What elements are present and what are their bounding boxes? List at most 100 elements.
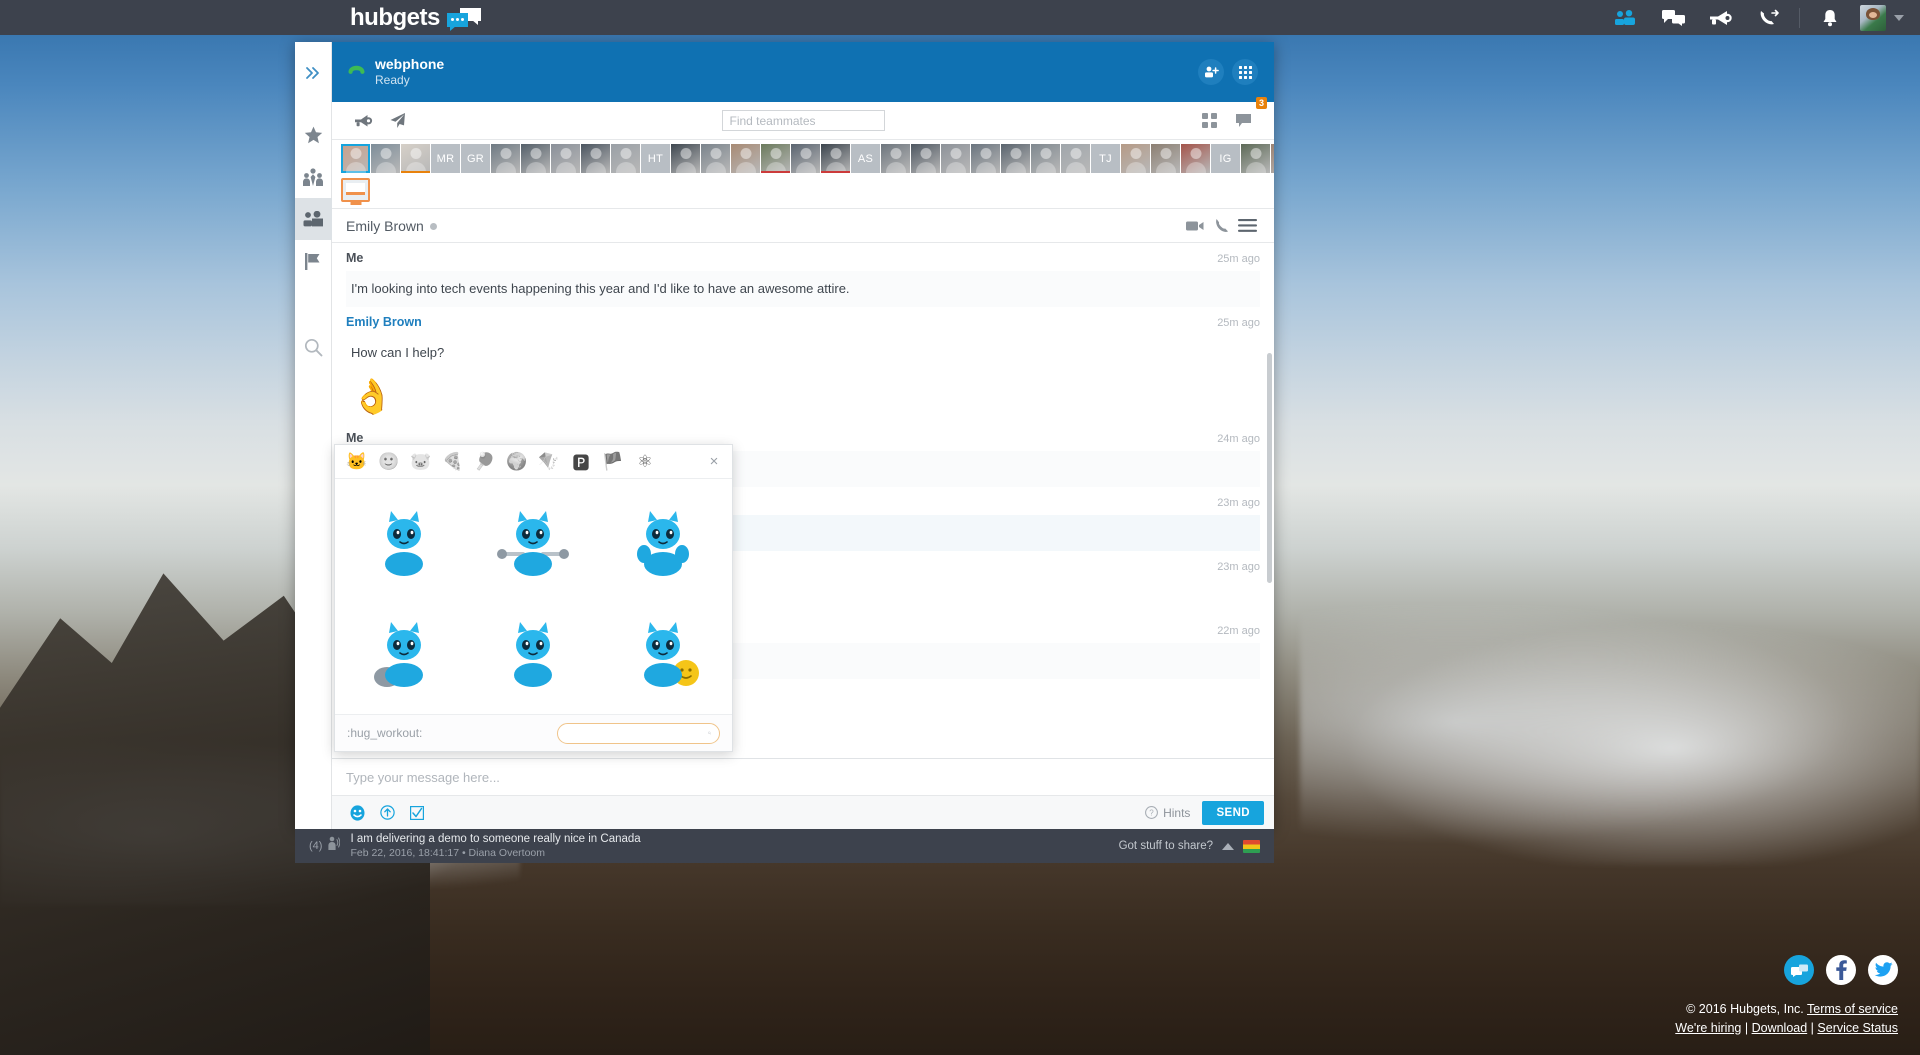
teammate-avatar[interactable]: AS [851,144,880,173]
sidebar-item-directory[interactable] [295,156,332,198]
sidebar-item-flagged[interactable] [295,240,332,282]
picker-tab-travel[interactable]: 🌍 [501,445,533,479]
picker-tab-food[interactable]: 🍕 [437,445,469,479]
facebook-icon[interactable] [1826,955,1856,985]
hiring-link[interactable]: We're hiring [1675,1021,1741,1035]
teammate-avatar[interactable] [941,144,970,173]
sidebar-item-search[interactable] [295,326,332,368]
picker-tab-hugs[interactable]: 🐱 [341,445,373,479]
picker-tab-settings[interactable]: ⚛ [629,445,661,479]
teammate-avatar[interactable] [1271,144,1274,173]
teammate-avatar[interactable] [761,144,790,173]
call-transfer-icon[interactable] [1745,0,1793,35]
find-teammates-wrapper [414,110,1192,131]
teammate-avatar[interactable]: HT [641,144,670,173]
teammate-avatar[interactable] [611,144,640,173]
picker-tab-objects[interactable]: 🪁 [533,445,565,479]
twitter-icon[interactable] [1868,955,1898,985]
emoji-search-input[interactable] [566,727,708,739]
picker-tab-symbols[interactable]: 🅿 [565,445,597,479]
sticker-hug-flex[interactable] [598,485,728,597]
sticker-hug-wave[interactable] [339,485,469,597]
teammate-avatar[interactable] [1031,144,1060,173]
teammate-avatar[interactable] [521,144,550,173]
sticker-hug-workout[interactable] [469,485,599,597]
teammate-avatar[interactable] [731,144,760,173]
teammate-avatar[interactable] [1241,144,1270,173]
search-input[interactable] [721,110,885,131]
terms-link[interactable]: Terms of service [1807,1002,1898,1016]
sticker-hug-rock[interactable] [339,597,469,709]
teammate-avatar[interactable]: TJ [1091,144,1120,173]
teammate-avatar[interactable] [1121,144,1150,173]
conversation-menu-icon[interactable] [1234,208,1260,243]
teammate-avatar[interactable] [401,144,430,173]
grid-view-icon[interactable] [1192,102,1226,140]
message-author: Emily Brown [346,315,422,329]
teammate-avatar[interactable] [1001,144,1030,173]
sticker-hug-smiley[interactable] [598,597,728,709]
hints-button[interactable]: ? Hints [1145,806,1190,820]
picker-tab-smileys[interactable]: 🙂 [373,445,405,479]
picker-tab-flags[interactable]: 🏴 [597,445,629,479]
teammate-avatar[interactable]: GR [461,144,490,173]
service-status-link[interactable]: Service Status [1817,1021,1898,1035]
add-contact-button[interactable] [1198,59,1224,85]
avatar[interactable] [1860,4,1886,31]
chevron-up-icon[interactable] [1222,842,1234,850]
contacts-icon[interactable] [1601,0,1649,35]
close-icon[interactable]: × [702,445,726,479]
teammate-avatar[interactable] [971,144,1000,173]
chat-icon[interactable] [1649,0,1697,35]
teammate-avatar[interactable] [881,144,910,173]
teammate-avatar[interactable] [371,144,400,173]
video-call-icon[interactable] [1182,208,1208,243]
teammate-avatar[interactable] [551,144,580,173]
send-button[interactable]: SEND [1202,800,1264,825]
teammate-avatar[interactable] [1061,144,1090,173]
teammate-avatar[interactable] [701,144,730,173]
message-author: Me [346,251,364,265]
upload-icon[interactable] [372,796,402,830]
teammate-avatar[interactable] [911,144,940,173]
message-input[interactable] [332,759,1274,795]
message-header: Emily Brown 25m ago [346,307,1260,335]
teammate-avatar[interactable] [341,144,370,173]
phone-call-icon[interactable] [1208,208,1234,243]
app-logo[interactable]: hubgets [350,4,481,32]
teammate-avatar[interactable] [671,144,700,173]
download-link[interactable]: Download [1752,1021,1808,1035]
top-bar-divider [1799,7,1800,28]
bell-icon[interactable] [1806,0,1854,35]
picker-tab-animals[interactable]: 🐷 [405,445,437,479]
teammate-avatar[interactable] [821,144,850,173]
flag-icon[interactable] [1243,839,1260,853]
megaphone-icon[interactable] [346,102,380,140]
emoji-icon[interactable] [342,796,372,830]
dialpad-button[interactable] [1232,59,1258,85]
screen-share-icon[interactable] [341,178,370,202]
teammate-avatar[interactable]: MR [431,144,460,173]
chevron-down-icon[interactable] [1894,14,1904,21]
teammate-avatar[interactable] [491,144,520,173]
picker-tab-activity[interactable]: 🏓 [469,445,501,479]
share-prompt[interactable]: Got stuff to share? [1119,840,1213,852]
sidebar-item-expand[interactable] [295,52,332,94]
top-bar-actions [1601,0,1904,35]
teammate-avatar[interactable]: IG [1211,144,1240,173]
teammate-avatar[interactable] [1181,144,1210,173]
teammate-avatar[interactable] [1151,144,1180,173]
sticker-hug-stand[interactable] [469,597,599,709]
teammate-avatar[interactable] [791,144,820,173]
send-plane-icon[interactable] [380,102,414,140]
message-scrollbar[interactable] [1267,353,1272,583]
sidebar-item-teammates[interactable] [294,198,332,240]
sidebar-item-favorites[interactable] [295,114,332,156]
message-item: 👌 [332,371,1274,423]
hubgets-social-icon[interactable] [1784,955,1814,985]
conversations-icon[interactable]: 3 [1226,96,1267,140]
task-checkbox-icon[interactable] [402,796,432,830]
message-timestamp: 23m ago [1217,497,1260,509]
megaphone-icon[interactable] [1697,0,1745,35]
teammate-avatar[interactable] [581,144,610,173]
